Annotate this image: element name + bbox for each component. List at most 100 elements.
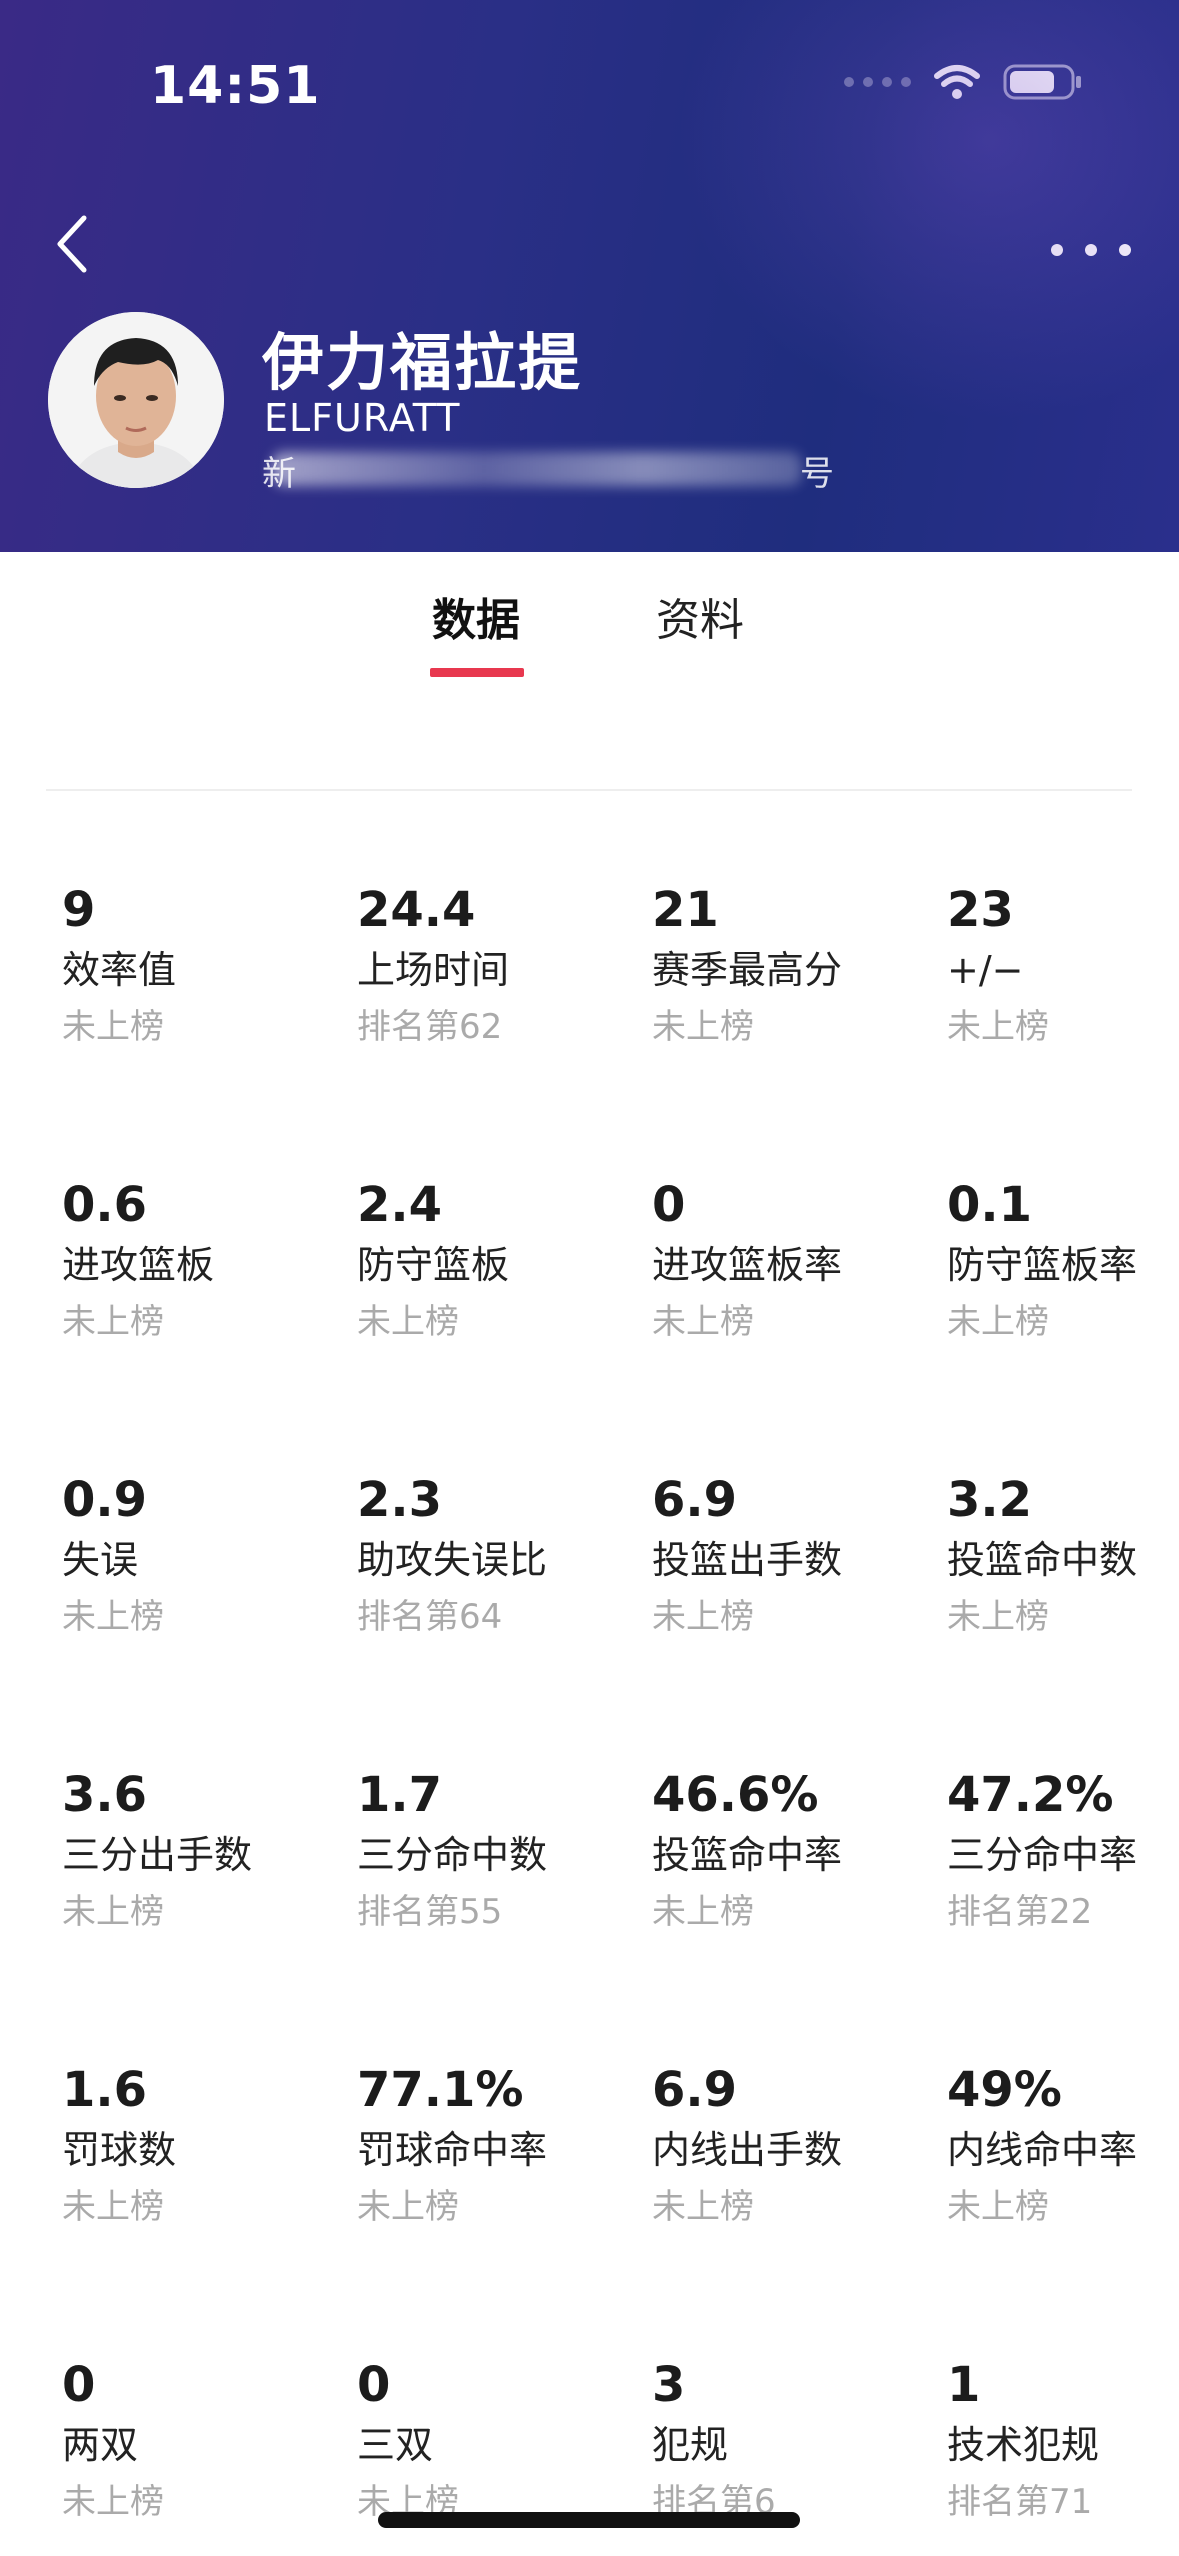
stat-rank: 排名第62	[357, 1007, 503, 1047]
stat-item: 2.4 防守篮板未上榜	[357, 1175, 647, 1349]
stat-value: 49%	[947, 2062, 1062, 2118]
stat-value: 47.2%	[947, 1767, 1114, 1823]
stat-rank: 排名第55	[357, 1892, 503, 1932]
stat-value: 2.3	[357, 1472, 443, 1528]
team-info-suffix: 号	[800, 454, 834, 494]
stat-label: 防守篮板率	[947, 1243, 1138, 1287]
stat-rank: 排名第64	[357, 1597, 503, 1637]
stat-label: 三双	[357, 2423, 434, 2467]
tab-profile[interactable]: 资料	[656, 584, 744, 648]
stat-rank: 未上榜	[357, 1302, 459, 1342]
stat-label: 三分命中率	[947, 1833, 1138, 1877]
stat-value: 2.4	[357, 1177, 443, 1233]
stat-rank: 未上榜	[652, 1302, 754, 1342]
stat-label: 防守篮板	[357, 1243, 510, 1287]
stat-rank: 排名第71	[947, 2482, 1093, 2522]
tab-bar: 数据 资料	[0, 552, 1179, 692]
player-english-name: ELFURATT	[264, 396, 461, 440]
tab-data[interactable]: 数据	[432, 584, 520, 648]
player-profile-page: 14:51 伊力福拉提 ELFURATT 号 数据 资料 9 效率值 未上榜 2…	[0, 0, 1179, 2556]
stat-item: 0.9 失误未上榜	[62, 1470, 352, 1644]
stat-item: 1.6 罚球数 未上榜	[62, 2060, 352, 2234]
player-header: 14:51 伊力福拉提 ELFURATT 号	[0, 0, 1179, 552]
stat-value: 3	[652, 2357, 686, 2413]
stat-label: 效率值	[62, 948, 177, 992]
stat-item: 21 赛季最高分 未上榜	[652, 880, 942, 1054]
stat-item: 3.2 投篮命中数 未上榜	[947, 1470, 1179, 1644]
stat-item: 24.4 上场时间排名第62	[357, 880, 647, 1054]
stat-rank: 未上榜	[62, 1597, 164, 1637]
stat-label: 投篮命中率	[652, 1833, 843, 1877]
stat-rank: 未上榜	[652, 1892, 754, 1932]
stat-label: 投篮命中数	[947, 1538, 1138, 1582]
stat-rank: 未上榜	[947, 2187, 1049, 2227]
stat-item: 9 效率值 未上榜	[62, 880, 352, 1054]
stat-rank: 未上榜	[357, 2187, 459, 2227]
cellular-signal-icon	[844, 77, 911, 87]
stat-value: 3.2	[947, 1472, 1033, 1528]
back-button[interactable]	[50, 212, 100, 276]
stat-item: 3 犯规 排名第6	[652, 2355, 942, 2529]
player-name: 伊力福拉提	[262, 326, 583, 399]
stat-item: 46.6% 投篮命中率 未上榜	[652, 1765, 942, 1939]
stat-item: 0.1 防守篮板率 未上榜	[947, 1175, 1179, 1349]
stat-label: 内线出手数	[652, 2128, 843, 2172]
player-avatar	[48, 312, 224, 488]
stat-item: 1 技术犯规 排名第71	[947, 2355, 1179, 2529]
stat-item: 3.6 三分出手数 未上榜	[62, 1765, 352, 1939]
stat-label: 犯规	[652, 2423, 729, 2467]
stat-value: 0	[652, 1177, 686, 1233]
stat-label: 投篮出手数	[652, 1538, 843, 1582]
stat-item: 23 +/− 未上榜	[947, 880, 1179, 1054]
stat-item: 6.9 内线出手数 未上榜	[652, 2060, 942, 2234]
battery-icon	[1003, 64, 1081, 100]
stat-value: 6.9	[652, 2062, 738, 2118]
stat-label: 进攻篮板率	[652, 1243, 843, 1287]
more-dot-icon	[1051, 244, 1063, 256]
more-options-button[interactable]	[1051, 230, 1131, 270]
more-dot-icon	[1119, 244, 1131, 256]
home-indicator	[378, 2512, 800, 2528]
stat-label: 罚球命中率	[357, 2128, 548, 2172]
section-divider	[46, 789, 1132, 791]
more-dot-icon	[1085, 244, 1097, 256]
stat-item: 0 三双 未上榜	[357, 2355, 647, 2529]
stat-label: 罚球数	[62, 2128, 177, 2172]
status-indicators	[844, 62, 1083, 102]
stat-item: 2.3 助攻失误比 排名第64	[357, 1470, 647, 1644]
stat-rank: 未上榜	[62, 2482, 164, 2522]
stat-rank: 未上榜	[947, 1007, 1049, 1047]
stat-label: 两双	[62, 2423, 139, 2467]
stat-item: 0 进攻篮板率未上榜	[652, 1175, 942, 1349]
stat-value: 3.6	[62, 1767, 148, 1823]
player-team-info: 新 号	[262, 446, 834, 494]
stat-value: 0	[357, 2357, 391, 2413]
stat-label: 进攻篮板	[62, 1243, 215, 1287]
stat-item: 77.1% 罚球命中率未上榜	[357, 2060, 647, 2234]
stat-rank: 未上榜	[652, 1007, 754, 1047]
stat-value: 23	[947, 882, 1014, 938]
stat-rank: 未上榜	[62, 1302, 164, 1342]
stat-item: 47.2% 三分命中率排名第22	[947, 1765, 1179, 1939]
stat-value: 0.9	[62, 1472, 148, 1528]
stat-item: 0.6 进攻篮板 未上榜	[62, 1175, 352, 1349]
stat-label: 内线命中率	[947, 2128, 1138, 2172]
stat-item: 1.7 三分命中数 排名第55	[357, 1765, 647, 1939]
status-time: 14:51	[150, 56, 321, 116]
stat-item: 6.9 投篮出手数 未上榜	[652, 1470, 942, 1644]
stat-value: 24.4	[357, 882, 476, 938]
wifi-icon	[934, 65, 980, 99]
stat-label: 技术犯规	[947, 2423, 1100, 2467]
stat-label: 上场时间	[357, 948, 510, 992]
redacted-text-blur	[272, 452, 802, 486]
stat-value: 0	[62, 2357, 96, 2413]
stat-label: 三分命中数	[357, 1833, 548, 1877]
stat-item: 0 两双未上榜	[62, 2355, 352, 2529]
stat-rank: 未上榜	[62, 2187, 164, 2227]
stat-value: 77.1%	[357, 2062, 524, 2118]
stat-rank: 未上榜	[652, 1597, 754, 1637]
stat-rank: 排名第22	[947, 1892, 1093, 1932]
stat-value: 21	[652, 882, 719, 938]
stat-label: 三分出手数	[62, 1833, 253, 1877]
stat-label: 失误	[62, 1538, 139, 1582]
